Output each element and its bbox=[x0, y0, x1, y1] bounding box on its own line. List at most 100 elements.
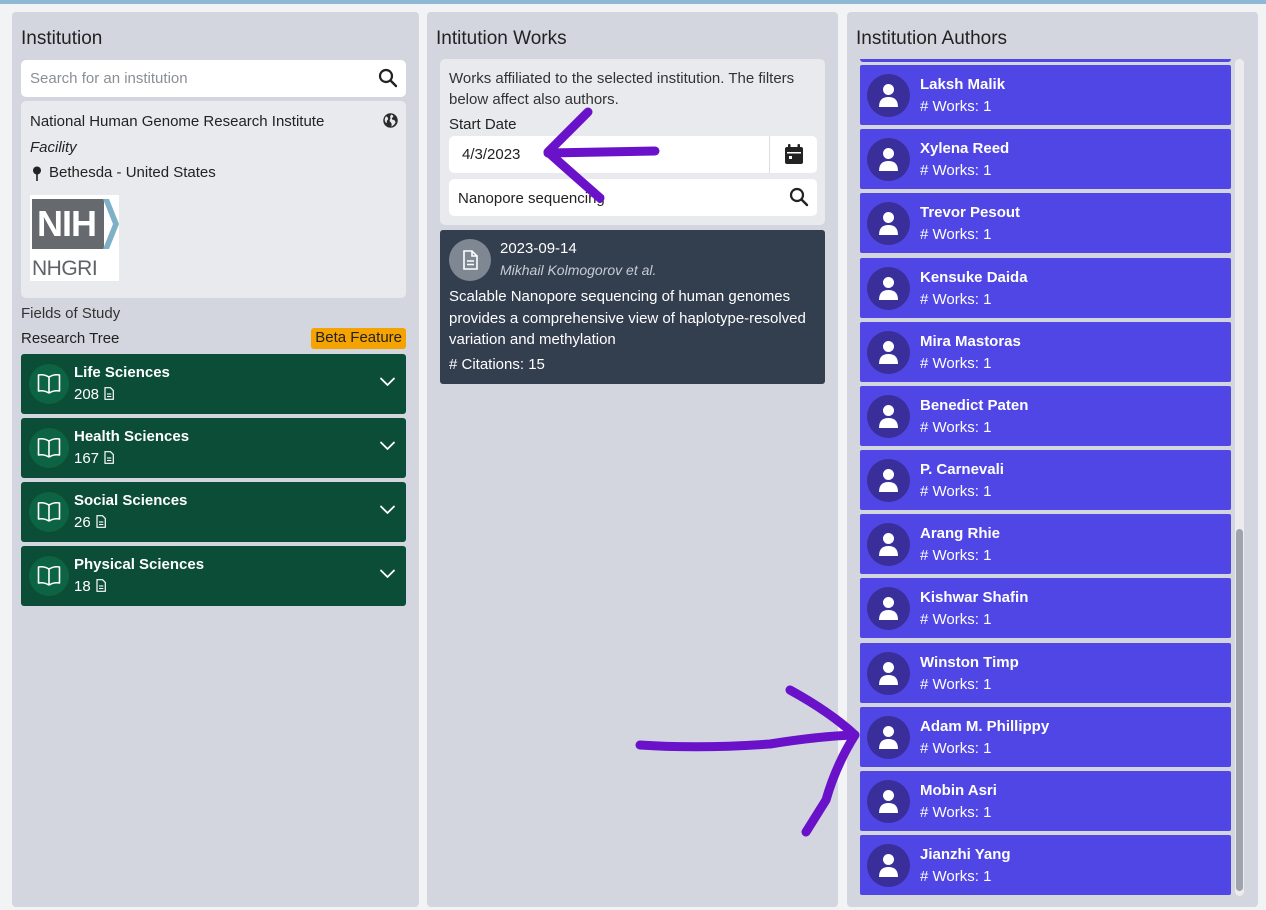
document-icon bbox=[463, 250, 478, 270]
start-date-value: 4/3/2023 bbox=[462, 146, 521, 163]
person-icon bbox=[879, 84, 898, 107]
author-works-count: # Works: 1 bbox=[920, 98, 992, 115]
field-card[interactable]: Life Sciences 208 bbox=[21, 354, 406, 414]
author-list[interactable]: Laksh Malik # Works: 1 Xylena Reed # Works:… bbox=[860, 59, 1231, 896]
chevron-down-icon[interactable] bbox=[380, 505, 395, 515]
authors-panel: Institution Authors Laksh Malik # Works: … bbox=[847, 12, 1258, 907]
author-name: Mobin Asri bbox=[920, 781, 997, 799]
author-works-count: # Works: 1 bbox=[920, 547, 992, 565]
author-card[interactable]: Arang Rhie # Works: 1 bbox=[860, 514, 1231, 575]
author-name: Adam M. Phillippy bbox=[920, 717, 1050, 735]
person-icon bbox=[879, 533, 898, 557]
author-card[interactable]: Winston Timp # Works: 1 bbox=[860, 642, 1231, 703]
chevron-down-icon[interactable] bbox=[380, 377, 395, 387]
author-card[interactable]: Jianzhi Yang # Works: 1 bbox=[860, 835, 1231, 896]
research-tree-label: Research Tree bbox=[21, 330, 120, 347]
chevron-down-icon[interactable] bbox=[380, 441, 395, 451]
author-list-scrollbar[interactable] bbox=[1235, 59, 1244, 896]
author-works-count: # Works: 1 bbox=[920, 354, 992, 372]
field-count: 208 bbox=[74, 386, 114, 403]
author-avatar bbox=[867, 138, 910, 182]
field-icon-circle bbox=[29, 364, 69, 404]
open-book-icon bbox=[37, 501, 61, 522]
field-name: Social Sciences bbox=[74, 492, 188, 509]
work-avatar bbox=[449, 239, 491, 281]
institution-search-input[interactable]: Search for an institution bbox=[21, 60, 406, 97]
author-name: Winston Timp bbox=[920, 653, 1019, 671]
author-avatar bbox=[867, 459, 910, 503]
work-card[interactable]: 2023-09-14 Mikhail Kolmogorov et al. Sca… bbox=[440, 230, 825, 384]
search-icon[interactable] bbox=[378, 68, 398, 88]
person-icon bbox=[879, 854, 898, 878]
open-book-icon bbox=[37, 437, 61, 458]
author-card[interactable]: Trevor Pesout # Works: 1 bbox=[860, 193, 1231, 254]
keyword-search-input[interactable]: Nanopore sequencing bbox=[449, 179, 817, 216]
author-card[interactable]: Mira Mastoras # Works: 1 bbox=[860, 321, 1231, 382]
author-card[interactable]: Xylena Reed # Works: 1 bbox=[860, 129, 1231, 190]
logo-nih-text: NIH bbox=[32, 199, 104, 249]
scrollbar-thumb[interactable] bbox=[1236, 529, 1243, 891]
institution-panel: Institution Search for an institution Na… bbox=[12, 12, 419, 907]
person-icon bbox=[879, 276, 898, 300]
author-avatar bbox=[867, 587, 910, 631]
work-title: Scalable Nanopore sequencing of human ge… bbox=[449, 288, 806, 348]
author-avatar bbox=[867, 74, 910, 117]
author-works-count: # Works: 1 bbox=[920, 226, 992, 244]
field-card[interactable]: Health Sciences 167 bbox=[21, 418, 406, 478]
open-book-icon bbox=[37, 565, 61, 586]
author-name: Kishwar Shafin bbox=[920, 589, 1029, 607]
field-name: Life Sciences bbox=[74, 364, 170, 381]
open-book-icon bbox=[37, 373, 61, 394]
work-authors: Mikhail Kolmogorov et al. bbox=[500, 262, 657, 278]
start-date-label: Start Date bbox=[449, 116, 517, 133]
author-name: Jianzhi Yang bbox=[920, 846, 1011, 864]
logo-chevron-shape bbox=[103, 199, 119, 249]
author-works-count: # Works: 1 bbox=[920, 675, 992, 693]
author-avatar bbox=[867, 651, 910, 695]
field-name: Physical Sciences bbox=[74, 556, 205, 573]
author-avatar bbox=[867, 779, 910, 823]
author-card[interactable]: Laksh Malik # Works: 1 bbox=[860, 65, 1231, 125]
person-icon bbox=[879, 597, 898, 621]
search-icon[interactable] bbox=[789, 187, 809, 207]
author-card[interactable]: Kishwar Shafin # Works: 1 bbox=[860, 578, 1231, 639]
chevron-down-icon[interactable] bbox=[380, 569, 395, 579]
author-card[interactable]: Kensuke Daida # Works: 1 bbox=[860, 257, 1231, 318]
keyword-value: Nanopore sequencing bbox=[458, 190, 605, 207]
field-count-value: 208 bbox=[74, 386, 100, 403]
authors-panel-title: Institution Authors bbox=[856, 28, 1008, 49]
institution-logo: NIH NHGRI bbox=[30, 195, 119, 281]
person-icon bbox=[879, 469, 898, 493]
author-card[interactable]: P. Carnevali # Works: 1 bbox=[860, 450, 1231, 511]
calendar-icon[interactable] bbox=[784, 144, 804, 165]
person-icon bbox=[879, 404, 898, 428]
institution-panel-title: Institution bbox=[21, 28, 103, 49]
author-works-count: # Works: 1 bbox=[920, 868, 992, 886]
person-icon bbox=[879, 212, 898, 236]
field-count: 26 bbox=[74, 514, 106, 531]
work-citations: # Citations: 15 bbox=[449, 356, 545, 373]
author-works-count: # Works: 1 bbox=[920, 739, 992, 757]
author-works-count: # Works: 1 bbox=[920, 803, 992, 821]
author-name: Kensuke Daida bbox=[920, 268, 1028, 286]
person-icon bbox=[879, 661, 898, 685]
globe-icon[interactable] bbox=[382, 112, 399, 129]
author-card[interactable]: Benedict Paten # Works: 1 bbox=[860, 385, 1231, 446]
author-works-count: # Works: 1 bbox=[920, 162, 992, 180]
works-description: Works affiliated to the selected institu… bbox=[449, 70, 795, 108]
author-avatar bbox=[867, 394, 910, 438]
start-date-input[interactable]: 4/3/2023 bbox=[449, 136, 817, 173]
field-card[interactable]: Physical Sciences 18 bbox=[21, 546, 406, 606]
author-works-count: # Works: 1 bbox=[920, 290, 992, 308]
author-card[interactable]: Mobin Asri # Works: 1 bbox=[860, 770, 1231, 831]
author-works-count: # Works: 1 bbox=[920, 611, 992, 629]
author-card[interactable]: Adam M. Phillippy # Works: 1 bbox=[860, 706, 1231, 767]
author-avatar bbox=[867, 523, 910, 567]
field-card[interactable]: Social Sciences 26 bbox=[21, 482, 406, 542]
institution-card: National Human Genome Research Institute… bbox=[21, 101, 406, 298]
document-icon bbox=[104, 451, 114, 464]
author-name: P. Carnevali bbox=[920, 461, 1004, 479]
author-works-count: # Works: 1 bbox=[920, 483, 992, 501]
author-card-partial bbox=[860, 59, 1231, 62]
field-icon-circle bbox=[29, 556, 69, 596]
